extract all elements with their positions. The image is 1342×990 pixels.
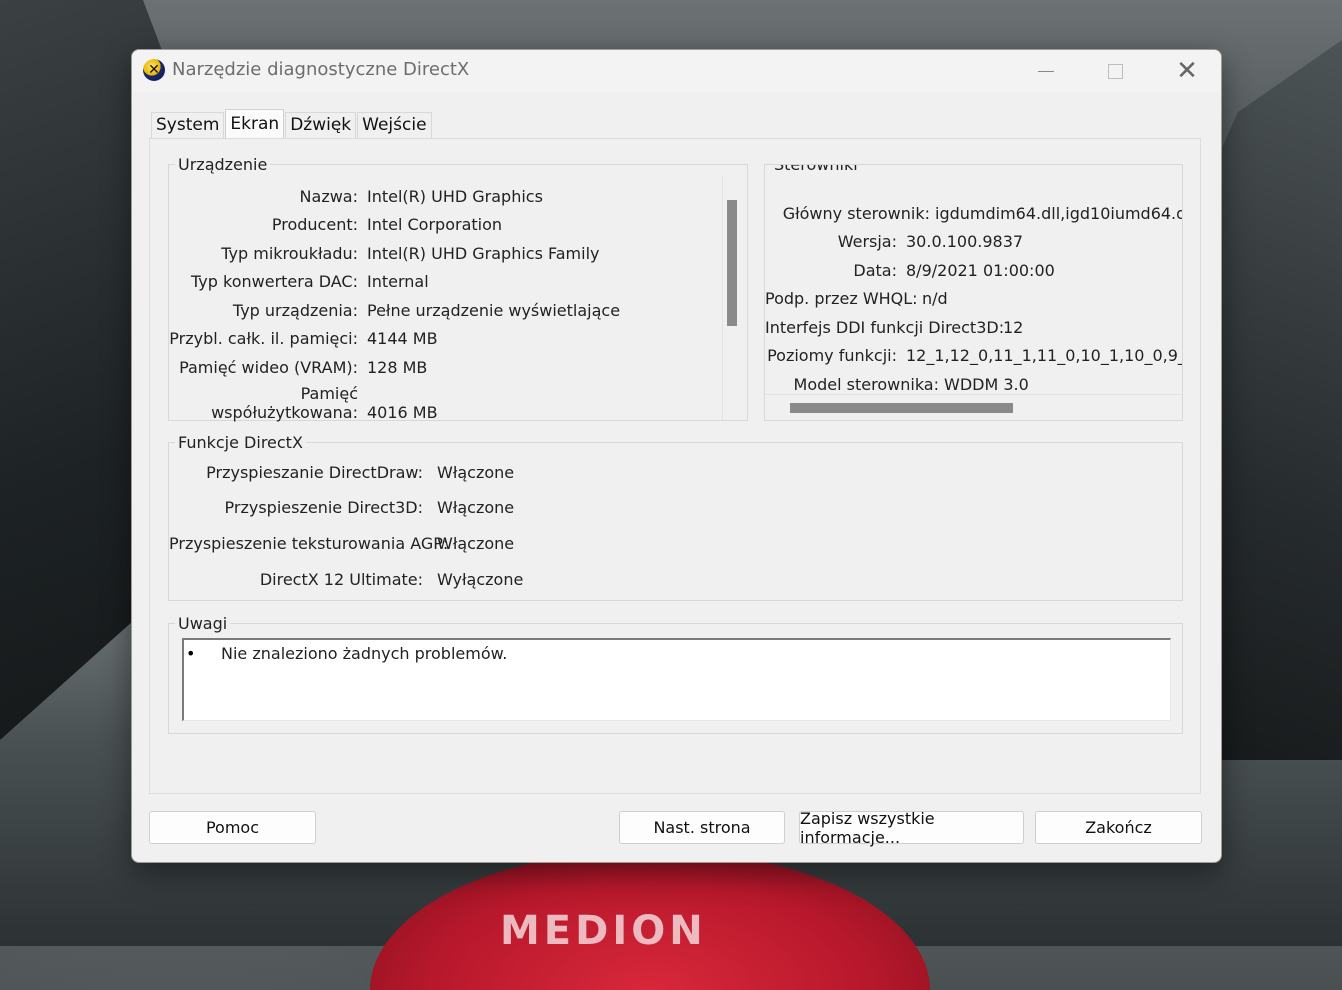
driver-value: 12_1,12_0,11_1,11_0,10_1,10_0,9_3, (906, 346, 1183, 365)
driver-label: Poziomy funkcji: (767, 346, 897, 365)
kayak-brand-text: MEDION (500, 908, 707, 954)
device-scrollbar-thumb[interactable] (727, 200, 737, 326)
driver-value: 30.0.100.9837 (906, 232, 1024, 251)
device-label: Pamięć wideo (VRAM): (179, 358, 358, 377)
device-value: 128 MB (367, 358, 428, 377)
maximize-button[interactable] (1084, 50, 1146, 92)
driver-value: igdumdim64.dll,igd10iumd64.dll,ig (935, 204, 1183, 223)
device-value: 4144 MB (367, 329, 438, 348)
notes-textbox[interactable]: • Nie znaleziono żadnych problemów. (182, 638, 1171, 721)
driver-label: Data: (853, 261, 897, 280)
driver-value: 8/9/2021 01:00:00 (906, 261, 1055, 280)
tab-ekran[interactable]: Ekran (225, 109, 285, 140)
tab-strip: System Ekran Dźwięk Wejście (151, 109, 433, 140)
save-all-info-button[interactable]: Zapisz wszystkie informacje... (799, 809, 1024, 847)
directx-features-group: Funkcje DirectX Przyspieszanie DirectDra… (168, 433, 1183, 601)
device-label: Typ urządzenia: (232, 301, 358, 320)
minimize-button[interactable] (1015, 50, 1077, 92)
device-label: współużytkowana: (211, 403, 358, 422)
close-button[interactable]: ✕ (1156, 50, 1218, 92)
drivers-group: Sterowniki Główny sterownik: igdumdim64.… (764, 164, 1183, 421)
driver-label: Model sterownika: (793, 375, 939, 394)
notes-group-title: Uwagi (175, 614, 231, 633)
device-group: Urządzenie Nazwa: Intel(R) UHD Graphics … (168, 155, 748, 424)
device-value: Pełne urządzenie wyświetlające (367, 301, 621, 320)
device-label: Pamięć (300, 384, 358, 403)
driver-value: WDDM 3.0 (944, 375, 1029, 394)
feature-label: Przyspieszenie teksturowania AGP: (169, 534, 449, 553)
device-label: Producent: (271, 215, 358, 234)
feature-value: Wyłączone (437, 570, 524, 589)
device-value: Internal (367, 272, 429, 291)
drivers-group-title: Sterowniki (771, 165, 861, 174)
drivers-scrollbar-thumb[interactable] (790, 403, 1013, 413)
tab-dzwiek[interactable]: Dźwięk (285, 112, 357, 139)
device-value: 4016 MB (367, 403, 438, 422)
help-button[interactable]: Pomoc (149, 811, 316, 844)
device-value: Intel(R) UHD Graphics Family (367, 244, 600, 263)
driver-label: Główny sterownik: (782, 204, 930, 223)
next-page-button[interactable]: Nast. strona (619, 811, 785, 844)
driver-value: 12 (1003, 318, 1024, 337)
driver-label: Interfejs DDI funkcji Direct3D: (765, 318, 1005, 337)
driver-value: n/d (922, 289, 948, 308)
device-row-shared-memory: Pamięć współużytkowana: 4016 MB (169, 384, 729, 424)
directx-features-title: Funkcje DirectX (175, 433, 306, 452)
device-group-title: Urządzenie (175, 155, 271, 174)
tab-wejscie[interactable]: Wejście (357, 112, 432, 139)
device-label: Typ konwertera DAC: (191, 272, 358, 291)
minimize-icon (1038, 70, 1054, 72)
title-bar[interactable]: ✕ Narzędzie diagnostyczne DirectX ✕ (132, 50, 1221, 92)
device-label: Przybl. całk. il. pamięci: (169, 329, 358, 348)
driver-label: Wersja: (837, 232, 897, 251)
feature-value: Włączone (437, 463, 515, 482)
notes-bullet: • (186, 644, 196, 663)
device-value: Intel(R) UHD Graphics (367, 187, 543, 206)
feature-value: Włączone (437, 534, 515, 553)
driver-label: Podp. przez WHQL: (765, 289, 918, 308)
notes-group: Uwagi • Nie znaleziono żadnych problemów… (168, 614, 1183, 734)
tab-panel-ekran: Urządzenie Nazwa: Intel(R) UHD Graphics … (149, 138, 1201, 794)
notes-text: Nie znaleziono żadnych problemów. (221, 644, 508, 663)
device-label: Nazwa: (299, 187, 358, 206)
directx-app-icon: ✕ (143, 59, 165, 81)
close-icon: ✕ (1176, 56, 1198, 86)
exit-button[interactable]: Zakończ (1035, 811, 1202, 844)
tab-system[interactable]: System (151, 112, 225, 139)
window-title: Narzędzie diagnostyczne DirectX (172, 59, 470, 80)
device-value: Intel Corporation (367, 215, 503, 234)
dxdiag-window: ✕ Narzędzie diagnostyczne DirectX ✕ Syst… (131, 49, 1222, 863)
feature-label: DirectX 12 Ultimate: (259, 570, 423, 589)
feature-label: Przyspieszanie DirectDraw: (206, 463, 423, 482)
maximize-icon (1107, 63, 1123, 79)
feature-label: Przyspieszenie Direct3D: (224, 498, 423, 517)
feature-value: Włączone (437, 498, 515, 517)
device-label: Typ mikroukładu: (221, 244, 358, 263)
